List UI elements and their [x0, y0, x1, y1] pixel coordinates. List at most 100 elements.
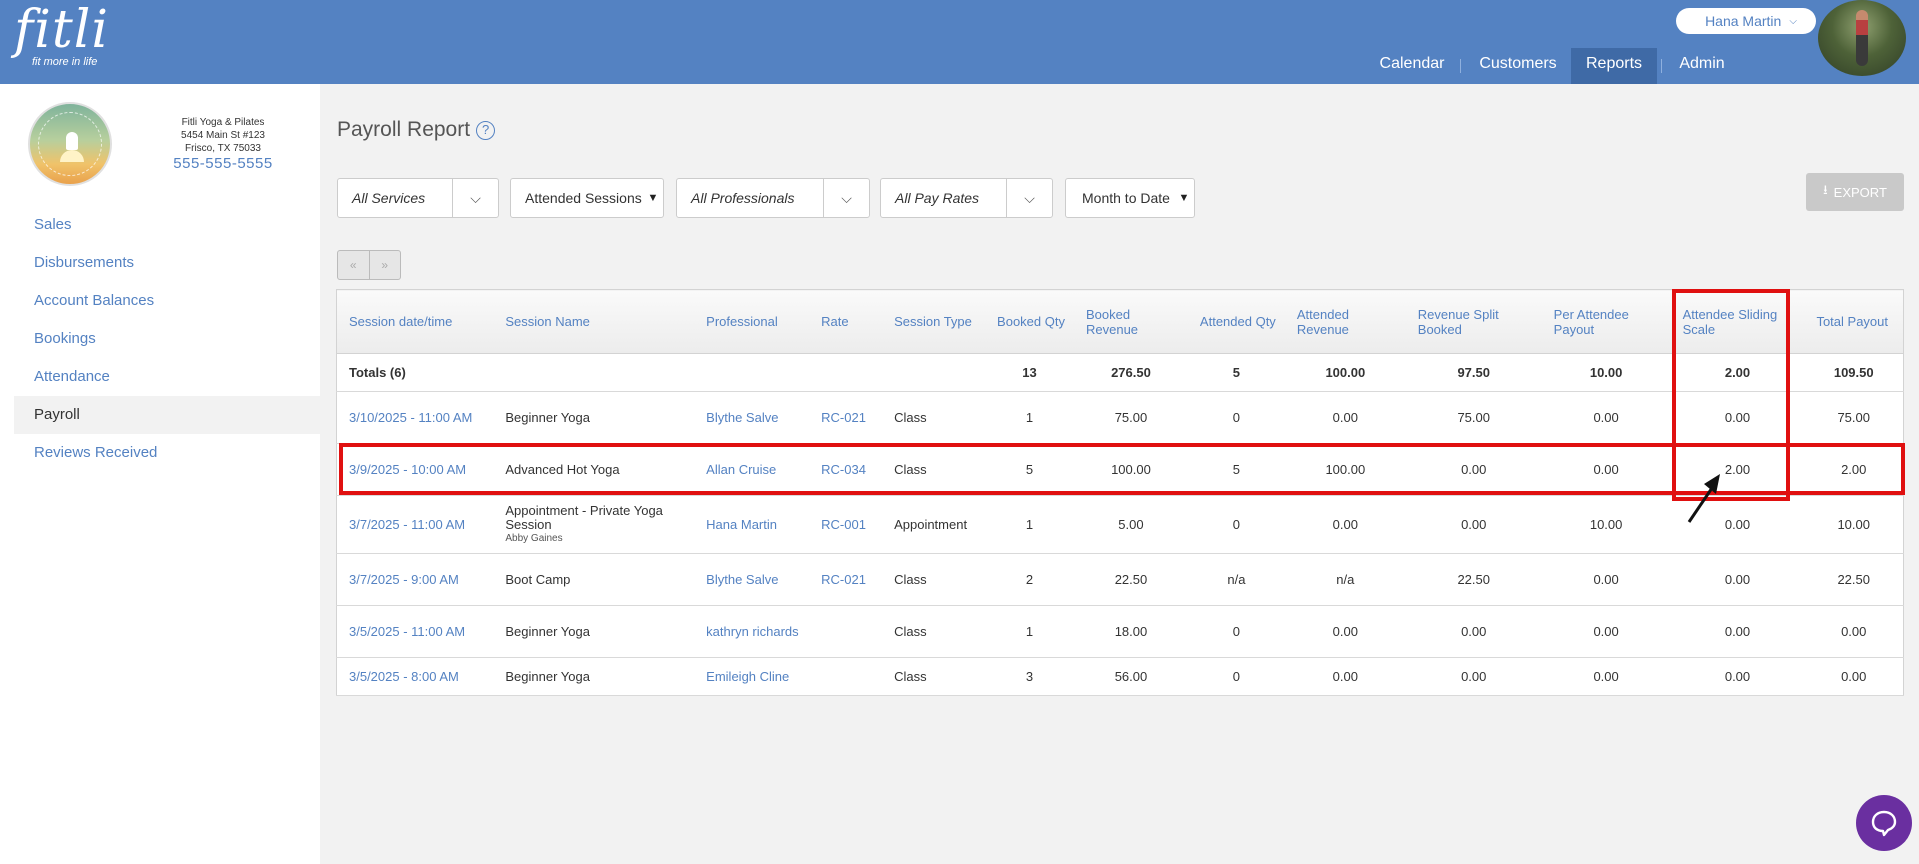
col-per-attendee-payout[interactable]: Per Attendee Payout [1541, 289, 1671, 354]
cell-professional[interactable]: kathryn richards [694, 605, 810, 658]
cell-professional[interactable]: Blythe Salve [694, 391, 810, 444]
chevron-down-icon: ⌵ [1789, 15, 1797, 27]
cell-session-type: Class [882, 443, 986, 496]
studio-phone[interactable]: 555-555-5555 [160, 156, 286, 171]
cell-total-payout: 2.00 [1804, 443, 1904, 496]
sidebar-item-payroll[interactable]: Payroll [14, 396, 320, 434]
cell-session-datetime[interactable]: 3/9/2025 - 10:00 AM [336, 443, 494, 496]
cell-professional[interactable]: Hana Martin [694, 495, 810, 554]
cell-session-datetime[interactable]: 3/7/2025 - 9:00 AM [336, 553, 494, 606]
cell-per-attendee: 0.00 [1541, 553, 1671, 606]
cell-attended-revenue: 0.00 [1284, 391, 1406, 444]
cell-professional[interactable]: Blythe Salve [694, 553, 810, 606]
professionals-filter[interactable]: All Professionals ⌵ [676, 178, 870, 218]
cell-sliding-scale: 0.00 [1670, 553, 1805, 606]
cell-rate[interactable] [809, 605, 883, 658]
cell-revenue-split: 75.00 [1405, 391, 1542, 444]
caret-down-icon: ▼ [1178, 192, 1190, 204]
cell-session-datetime[interactable]: 3/10/2025 - 11:00 AM [336, 391, 494, 444]
col-session-name[interactable]: Session Name [493, 289, 695, 354]
cell-booked-qty: 1 [985, 605, 1074, 658]
col-attended-revenue[interactable]: Attended Revenue [1284, 289, 1406, 354]
col-session-type[interactable]: Session Type [882, 289, 986, 354]
cell-rate[interactable]: RC-021 [809, 553, 883, 606]
double-chevron-down-icon[interactable]: ⌵ [823, 179, 869, 217]
user-menu-button[interactable]: Hana Martin ⌵ [1676, 8, 1816, 34]
cell-sliding-scale: 0.00 [1670, 605, 1805, 658]
cell-session-type: Class [882, 605, 986, 658]
cell-attended-revenue: 0.00 [1284, 495, 1406, 554]
services-filter[interactable]: All Services ⌵ [337, 178, 499, 218]
cell-attended-qty: 0 [1187, 495, 1285, 554]
studio-logo [28, 102, 112, 186]
fitli-logo[interactable]: fitli fit more in life [14, 4, 109, 68]
cell-session-name: Beginner Yoga [493, 657, 695, 696]
cell-sliding-scale: 0.00 [1670, 391, 1805, 444]
studio-address-line1: 5454 Main St #123 [181, 130, 265, 141]
cell-session-datetime[interactable]: 3/5/2025 - 11:00 AM [336, 605, 494, 658]
annotation-arrow-icon [1687, 474, 1720, 523]
totals-row: Totals (6) 13 276.50 5 100.00 97.50 10.0… [336, 353, 1904, 392]
col-total-payout[interactable]: Total Payout [1804, 289, 1904, 354]
col-attended-qty[interactable]: Attended Qty [1187, 289, 1285, 354]
sidebar-item-disbursements[interactable]: Disbursements [14, 244, 320, 282]
cell-per-attendee: 10.00 [1541, 353, 1671, 392]
col-session-datetime[interactable]: Session date/time [336, 289, 494, 354]
cell-attended-revenue: n/a [1284, 553, 1406, 606]
cell-professional[interactable]: Emileigh Cline [694, 657, 810, 696]
cell-rate[interactable]: RC-021 [809, 391, 883, 444]
cell-booked-revenue: 100.00 [1074, 443, 1188, 496]
pay-rates-filter[interactable]: All Pay Rates ⌵ [880, 178, 1053, 218]
cell-attended-revenue: 100.00 [1284, 443, 1406, 496]
next-page-button[interactable]: » [368, 251, 401, 279]
nav-admin[interactable]: Admin [1664, 48, 1740, 84]
cell-total-payout: 0.00 [1804, 657, 1904, 696]
cell-rate[interactable]: RC-034 [809, 443, 883, 496]
cell-professional[interactable]: Allan Cruise [694, 443, 810, 496]
chat-button[interactable] [1856, 795, 1912, 851]
sidebar-item-sales[interactable]: Sales [14, 206, 320, 244]
nav-calendar[interactable]: Calendar [1370, 48, 1454, 84]
col-booked-revenue[interactable]: Booked Revenue [1074, 289, 1188, 354]
col-revenue-split-booked[interactable]: Revenue Split Booked [1405, 289, 1542, 354]
help-icon[interactable]: ? [476, 120, 496, 140]
nav-customers[interactable]: Customers [1466, 48, 1570, 84]
studio-name: Fitli Yoga & Pilates [181, 117, 265, 128]
pay-rates-filter-value: All Pay Rates [895, 190, 980, 206]
cell-session-datetime[interactable]: 3/5/2025 - 8:00 AM [336, 657, 494, 696]
sidebar-item-account-balances[interactable]: Account Balances [14, 282, 320, 320]
sidebar-item-bookings[interactable]: Bookings [14, 320, 320, 358]
totals-label: Totals (6) [336, 353, 494, 392]
cell-rate[interactable]: RC-001 [809, 495, 883, 554]
double-chevron-down-icon[interactable]: ⌵ [452, 179, 498, 217]
avatar[interactable] [1818, 0, 1906, 76]
cell-session-name: Advanced Hot Yoga [493, 443, 695, 496]
sidebar-item-attendance[interactable]: Attendance [14, 358, 320, 396]
prev-page-button[interactable]: « [338, 251, 369, 279]
session-name-text: Beginner Yoga [505, 623, 590, 639]
nav-reports[interactable]: Reports [1571, 48, 1657, 84]
export-button[interactable]: ⭳ EXPORT [1806, 173, 1904, 211]
table-row: 3/7/2025 - 9:00 AM Boot Camp Blythe Salve R… [336, 553, 1904, 606]
studio-address-line2: Frisco, TX 75033 [185, 143, 261, 154]
user-name: Hana Martin [1705, 13, 1782, 29]
payroll-table: Session date/time Session Name Professio… [336, 289, 1904, 696]
double-chevron-down-icon[interactable]: ⌵ [1006, 179, 1052, 217]
cell-attended-qty: n/a [1187, 553, 1285, 606]
main-content: Payroll Report ? All Services ⌵ Attended… [320, 84, 1919, 864]
col-rate[interactable]: Rate [809, 289, 883, 354]
cell-session-datetime[interactable]: 3/7/2025 - 11:00 AM [336, 495, 494, 554]
cell-booked-qty: 2 [985, 553, 1074, 606]
sidebar: Fitli Yoga & Pilates 5454 Main St #123 F… [0, 84, 320, 864]
session-status-select[interactable]: Attended Sessions ▼ [510, 178, 664, 218]
date-range-select[interactable]: Month to Date ▼ [1065, 178, 1195, 218]
cell-rate[interactable] [809, 657, 883, 696]
session-name-text: Appointment - Private Yoga Session [505, 502, 663, 532]
col-attendee-sliding-scale[interactable]: Attendee Sliding Scale [1670, 289, 1805, 354]
sidebar-item-reviews-received[interactable]: Reviews Received [14, 434, 320, 472]
table-row: 3/7/2025 - 11:00 AM Appointment - Private… [336, 495, 1904, 554]
col-professional[interactable]: Professional [694, 289, 810, 354]
cell-sliding-scale: 2.00 [1670, 353, 1805, 392]
cell-revenue-split: 97.50 [1405, 353, 1542, 392]
col-booked-qty[interactable]: Booked Qty [985, 289, 1074, 354]
